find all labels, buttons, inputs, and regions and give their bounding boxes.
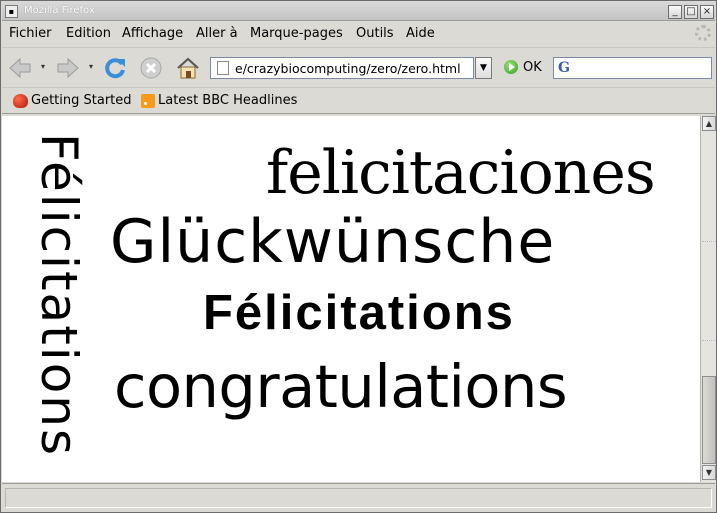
word-french: Félicitations bbox=[203, 286, 515, 340]
word-french-vertical: Félicitations bbox=[30, 133, 88, 458]
menu-bar: Fichier Edition Affichage Aller à Marque… bbox=[2, 22, 715, 46]
back-button[interactable] bbox=[8, 56, 32, 80]
go-button-label[interactable]: OK bbox=[523, 60, 542, 75]
status-text bbox=[5, 488, 712, 508]
reload-button[interactable] bbox=[103, 56, 127, 80]
window-title: Mozilla Firefox bbox=[24, 5, 95, 16]
menu-affichage[interactable]: Affichage bbox=[122, 26, 183, 41]
menu-aide[interactable]: Aide bbox=[406, 26, 435, 41]
go-icon[interactable] bbox=[504, 60, 518, 74]
search-bar[interactable]: G bbox=[553, 57, 712, 79]
home-icon bbox=[177, 57, 199, 79]
url-bar[interactable]: e/crazybiocomputing/zero/zero.html bbox=[210, 57, 474, 79]
search-engine-icon[interactable]: G bbox=[558, 60, 572, 76]
menu-outils[interactable]: Outils bbox=[356, 26, 394, 41]
stop-button[interactable] bbox=[139, 56, 163, 80]
bookmarks-toolbar: Getting Started Latest BBC Headlines bbox=[2, 87, 715, 114]
back-arrow-icon bbox=[9, 57, 31, 79]
status-bar bbox=[2, 483, 715, 511]
bookmark-bbc-headlines[interactable]: Latest BBC Headlines bbox=[141, 93, 297, 108]
scroll-up-button[interactable]: ▲ bbox=[702, 116, 716, 131]
window-menu-button[interactable]: ▪ bbox=[5, 5, 18, 18]
bookmark-label: Getting Started bbox=[31, 93, 132, 108]
scroll-down-button[interactable]: ▼ bbox=[702, 465, 716, 480]
navigation-toolbar: ▾ ▾ e/crazybiocomputing/zero/zero.html ▼… bbox=[2, 47, 715, 87]
bookmark-getting-started[interactable]: Getting Started bbox=[13, 93, 132, 108]
maximize-button[interactable]: □ bbox=[684, 5, 698, 19]
minimize-button[interactable]: _ bbox=[668, 5, 682, 19]
reload-icon bbox=[105, 58, 125, 79]
back-history-dropdown[interactable]: ▾ bbox=[41, 63, 49, 71]
firefox-icon bbox=[13, 93, 28, 108]
forward-button[interactable] bbox=[56, 56, 80, 80]
menu-aller-a[interactable]: Aller à bbox=[196, 26, 238, 41]
page-icon bbox=[217, 61, 229, 75]
rss-icon bbox=[141, 93, 155, 108]
stop-icon bbox=[140, 57, 162, 79]
url-history-dropdown[interactable]: ▼ bbox=[475, 57, 492, 79]
throbber-icon bbox=[695, 25, 711, 41]
forward-history-dropdown[interactable]: ▾ bbox=[89, 63, 97, 71]
forward-arrow-icon bbox=[57, 57, 79, 79]
scrollbar-thumb[interactable] bbox=[702, 376, 716, 464]
scrollbar-track[interactable] bbox=[702, 241, 716, 341]
menu-fichier[interactable]: Fichier bbox=[9, 26, 52, 41]
home-button[interactable] bbox=[176, 56, 200, 80]
close-button[interactable]: × bbox=[700, 5, 714, 19]
word-spanish: felicitaciones bbox=[266, 138, 656, 208]
word-english: congratulations bbox=[114, 352, 568, 421]
menu-marque-pages[interactable]: Marque-pages bbox=[250, 26, 343, 41]
menu-edition[interactable]: Edition bbox=[66, 26, 111, 41]
bookmark-label: Latest BBC Headlines bbox=[158, 93, 298, 108]
browser-window: ▪ Mozilla Firefox _ □ × Fichier Edition … bbox=[0, 0, 717, 513]
page-content: Félicitations felicitaciones Glückwünsch… bbox=[2, 116, 700, 482]
word-german: Glückwünsche bbox=[110, 207, 556, 277]
vertical-scrollbar[interactable]: ▲ ▼ bbox=[700, 116, 716, 482]
title-bar: ▪ Mozilla Firefox _ □ × bbox=[2, 2, 715, 21]
url-text[interactable]: e/crazybiocomputing/zero/zero.html bbox=[235, 61, 471, 76]
